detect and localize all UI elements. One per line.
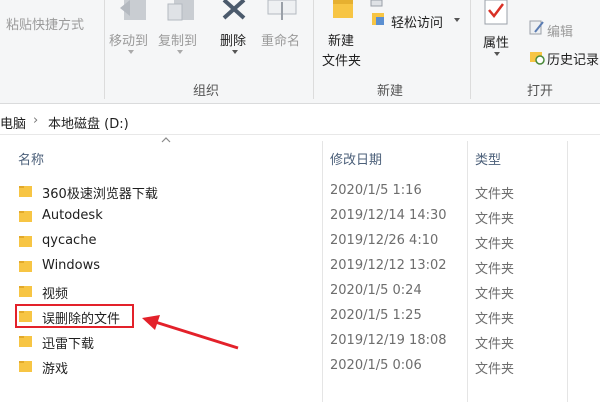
edit-button[interactable]: 编辑: [547, 21, 573, 40]
delete-x-icon: [222, 0, 246, 20]
file-type: 文件夹: [475, 312, 515, 327]
file-modified: 2020/1/5 1:16: [330, 183, 422, 198]
ribbon-separator: [470, 0, 471, 99]
file-row[interactable]: Windows 2019/12/12 13:02 文件夹: [0, 254, 600, 279]
group-label-new: 新建: [377, 84, 404, 99]
file-type: 文件夹: [475, 362, 515, 377]
folder-icon: [19, 236, 32, 247]
ribbon: 粘贴快捷方式 移动到 复制到 删除 重命名 组织 新建 文件夹 轻松访问 新建: [0, 0, 600, 104]
chevron-down-icon: [128, 50, 134, 54]
ribbon-separator: [104, 0, 105, 99]
file-name[interactable]: 视频: [42, 283, 68, 302]
annotation-highlight-box: [15, 304, 134, 328]
file-row[interactable]: 迅雷下载 2019/12/19 18:08 文件夹: [0, 329, 600, 354]
file-modified: 2020/1/5 0:24: [330, 283, 422, 298]
ribbon-separator: [313, 0, 314, 99]
chevron-down-icon: [454, 18, 460, 22]
file-type: 文件夹: [475, 237, 515, 252]
group-label-open: 打开: [527, 84, 554, 99]
move-to-button[interactable]: 移动到: [109, 30, 148, 49]
file-row[interactable]: 游戏 2020/1/5 0:06 文件夹: [0, 354, 600, 379]
folder-icon: [19, 286, 32, 297]
folder-icon: [19, 211, 32, 222]
copy-to-icon: [167, 0, 194, 21]
file-type: 文件夹: [475, 212, 515, 227]
folder-icon: [19, 361, 32, 372]
column-header-name[interactable]: 名称: [18, 149, 44, 168]
file-row[interactable]: 视频 2020/1/5 0:24 文件夹: [0, 279, 600, 304]
file-type: 文件夹: [475, 262, 515, 277]
file-name[interactable]: 迅雷下载: [42, 333, 94, 352]
file-modified: 2019/12/26 4:10: [330, 233, 439, 248]
file-type: 文件夹: [475, 187, 515, 202]
column-header-type[interactable]: 类型: [475, 149, 501, 168]
file-modified: 2020/1/5 1:25: [330, 308, 422, 323]
new-item-icon: [370, 0, 383, 7]
delete-button[interactable]: 删除: [220, 30, 246, 49]
easy-access-icon: [372, 13, 384, 25]
file-modified: 2019/12/19 18:08: [330, 333, 447, 348]
chevron-down-icon: [177, 50, 183, 54]
properties-icon: [484, 0, 508, 25]
file-modified: 2019/12/12 13:02: [330, 258, 447, 273]
breadcrumb-separator-icon: ›: [33, 113, 39, 128]
file-name[interactable]: qycache: [42, 233, 96, 248]
rename-icon: [267, 0, 297, 20]
breadcrumb-drive[interactable]: 本地磁盘 (D:): [48, 113, 129, 132]
sort-ascending-icon: [161, 137, 171, 143]
chevron-down-icon: [232, 50, 238, 54]
easy-access-button[interactable]: 轻松访问: [391, 12, 443, 31]
paste-shortcut-button[interactable]: 粘贴快捷方式: [6, 14, 84, 33]
file-name[interactable]: 游戏: [42, 358, 68, 377]
copy-to-button[interactable]: 复制到: [158, 30, 197, 49]
file-type: 文件夹: [475, 337, 515, 352]
file-name[interactable]: Windows: [42, 258, 100, 273]
file-row[interactable]: 360极速浏览器下载 2020/1/5 1:16 文件夹: [0, 179, 600, 204]
group-label-organize: 组织: [193, 84, 220, 99]
file-row[interactable]: qycache 2019/12/26 4:10 文件夹: [0, 229, 600, 254]
chevron-down-icon: [494, 52, 500, 56]
rename-button[interactable]: 重命名: [261, 30, 300, 49]
annotation-arrow-icon: [142, 315, 239, 350]
file-modified: 2019/12/14 14:30: [330, 208, 447, 223]
edit-icon: [529, 20, 544, 35]
move-to-icon: [120, 0, 146, 20]
folder-icon: [19, 261, 32, 272]
new-folder-button[interactable]: 新建: [328, 30, 354, 49]
column-header-modified[interactable]: 修改日期: [330, 149, 382, 168]
properties-button[interactable]: 属性: [483, 32, 509, 51]
breadcrumb-pc[interactable]: 电脑: [0, 113, 26, 132]
folder-icon: [19, 186, 32, 197]
file-name[interactable]: Autodesk: [42, 208, 103, 223]
new-folder-icon: [333, 0, 353, 18]
file-modified: 2020/1/5 0:06: [330, 358, 422, 373]
new-folder-button-line2: 文件夹: [322, 54, 362, 69]
folder-icon: [19, 336, 32, 347]
file-name[interactable]: 360极速浏览器下载: [42, 183, 158, 202]
file-type: 文件夹: [475, 287, 515, 302]
file-row[interactable]: Autodesk 2019/12/14 14:30 文件夹: [0, 204, 600, 229]
history-button[interactable]: 历史记录: [547, 49, 599, 68]
address-bar[interactable]: 电脑 › 本地磁盘 (D:): [0, 108, 600, 135]
history-icon: [530, 52, 545, 65]
